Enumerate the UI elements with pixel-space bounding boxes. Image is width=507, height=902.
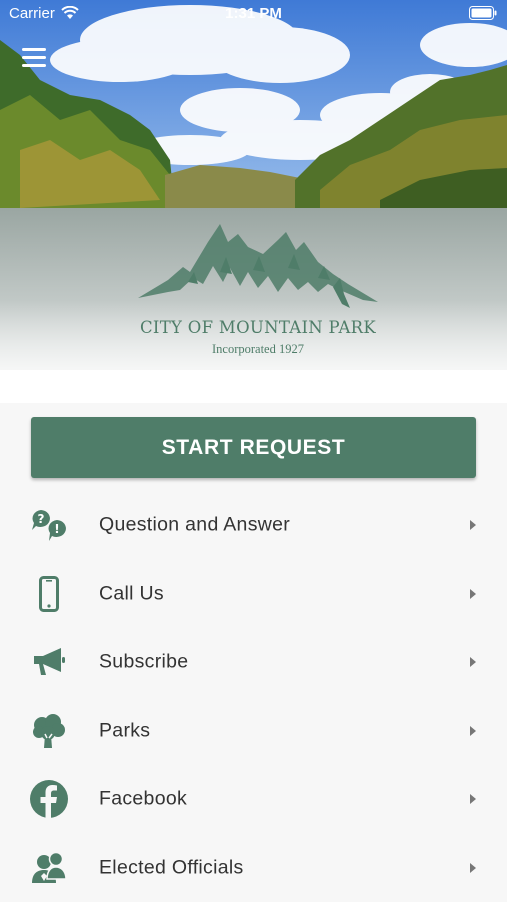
megaphone-icon — [28, 642, 70, 682]
chevron-right-icon — [470, 520, 476, 530]
chevron-right-icon — [470, 863, 476, 873]
facebook-icon — [28, 779, 70, 819]
menu-item-label: Elected Officials — [99, 856, 244, 879]
menu-item-label: Call Us — [99, 582, 164, 605]
menu-item-facebook[interactable]: Facebook — [0, 765, 507, 834]
tree-icon — [28, 711, 70, 751]
mountain-logo-icon — [128, 212, 388, 316]
menu-item-elected-officials[interactable]: Elected Officials — [0, 834, 507, 902]
phone-icon — [28, 574, 70, 614]
chevron-right-icon — [470, 726, 476, 736]
svg-text:!: ! — [54, 522, 59, 536]
header-hero: Carrier 1:31 PM CITY OF MOUNTAIN PARK In… — [0, 0, 507, 403]
menu-item-call-us[interactable]: Call Us — [0, 560, 507, 629]
menu-item-label: Question and Answer — [99, 514, 290, 537]
chevron-right-icon — [470, 589, 476, 599]
menu-item-label: Parks — [99, 719, 150, 742]
menu-item-question-and-answer[interactable]: ? ! Question and Answer — [0, 491, 507, 560]
battery-icon — [469, 6, 497, 24]
hamburger-menu-icon[interactable] — [22, 48, 48, 70]
people-icon — [28, 848, 70, 888]
status-bar: Carrier 1:31 PM — [0, 0, 507, 28]
clock-label: 1:31 PM — [0, 5, 507, 22]
chevron-right-icon — [470, 657, 476, 667]
svg-text:?: ? — [38, 512, 45, 526]
menu-item-label: Facebook — [99, 788, 187, 811]
question-answer-icon: ? ! — [28, 505, 70, 545]
menu-item-parks[interactable]: Parks — [0, 697, 507, 766]
menu-list: ? ! Question and Answer Call Us S — [0, 491, 507, 902]
logo-subtitle: Incorporated 1927 — [128, 342, 388, 357]
menu-item-label: Subscribe — [99, 651, 188, 674]
logo-title: CITY OF MOUNTAIN PARK — [128, 318, 388, 337]
start-request-button[interactable]: START REQUEST — [31, 417, 476, 478]
menu-item-subscribe[interactable]: Subscribe — [0, 628, 507, 697]
city-logo: CITY OF MOUNTAIN PARK Incorporated 1927 — [128, 212, 388, 362]
chevron-right-icon — [470, 794, 476, 804]
